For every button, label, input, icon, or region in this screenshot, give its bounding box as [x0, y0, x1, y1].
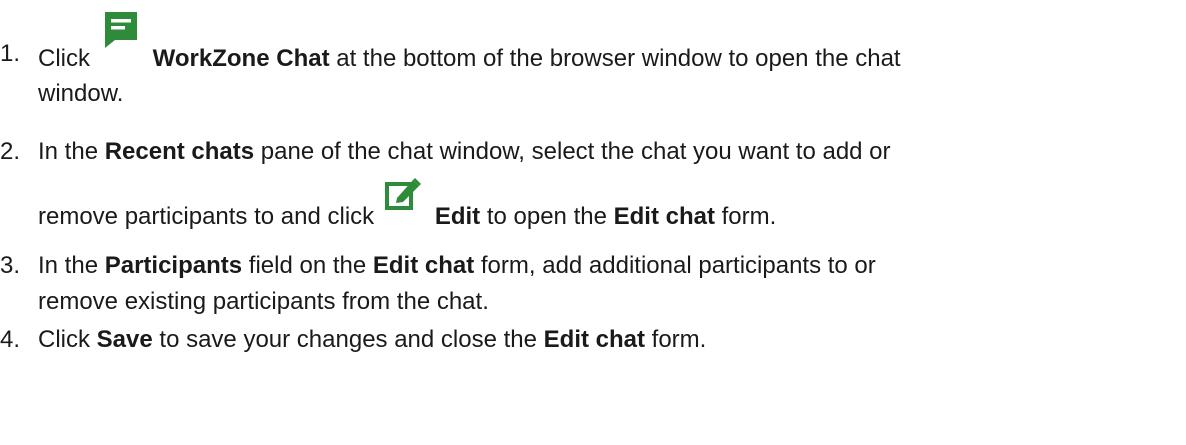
step-number: 3.	[0, 252, 21, 279]
step-number: 2.	[0, 138, 21, 165]
edit-label: Edit	[434, 203, 481, 230]
step-1-line-1: Click WorkZone Chat at the bottom of the…	[38, 12, 901, 79]
step-2-line-2: remove participants to and click Edit to…	[38, 178, 776, 237]
recent-chats-label: Recent chats	[104, 138, 255, 165]
instruction-steps: 1. Click WorkZone Chat at the bottom of …	[0, 0, 1186, 445]
step-number: 1.	[0, 40, 21, 67]
step-3-line-2: remove existing participants from the ch…	[38, 288, 489, 315]
edit-chat-label: Edit chat	[372, 252, 475, 279]
step-2-line-1: In the Recent chats pane of the chat win…	[38, 138, 891, 165]
step-4-line-1: Click Save to save your changes and clos…	[38, 326, 707, 353]
edit-icon	[384, 178, 423, 228]
step-1-line-2: window.	[38, 80, 124, 107]
step-number: 4.	[0, 326, 21, 353]
participants-label: Participants	[104, 252, 243, 279]
step-3-line-1: In the Participants field on the Edit ch…	[38, 252, 876, 279]
workzone-chat-label: WorkZone Chat	[152, 45, 330, 72]
save-label: Save	[96, 326, 153, 353]
chat-icon	[103, 12, 143, 72]
edit-chat-label: Edit chat	[543, 326, 645, 353]
edit-chat-label: Edit chat	[613, 203, 715, 230]
